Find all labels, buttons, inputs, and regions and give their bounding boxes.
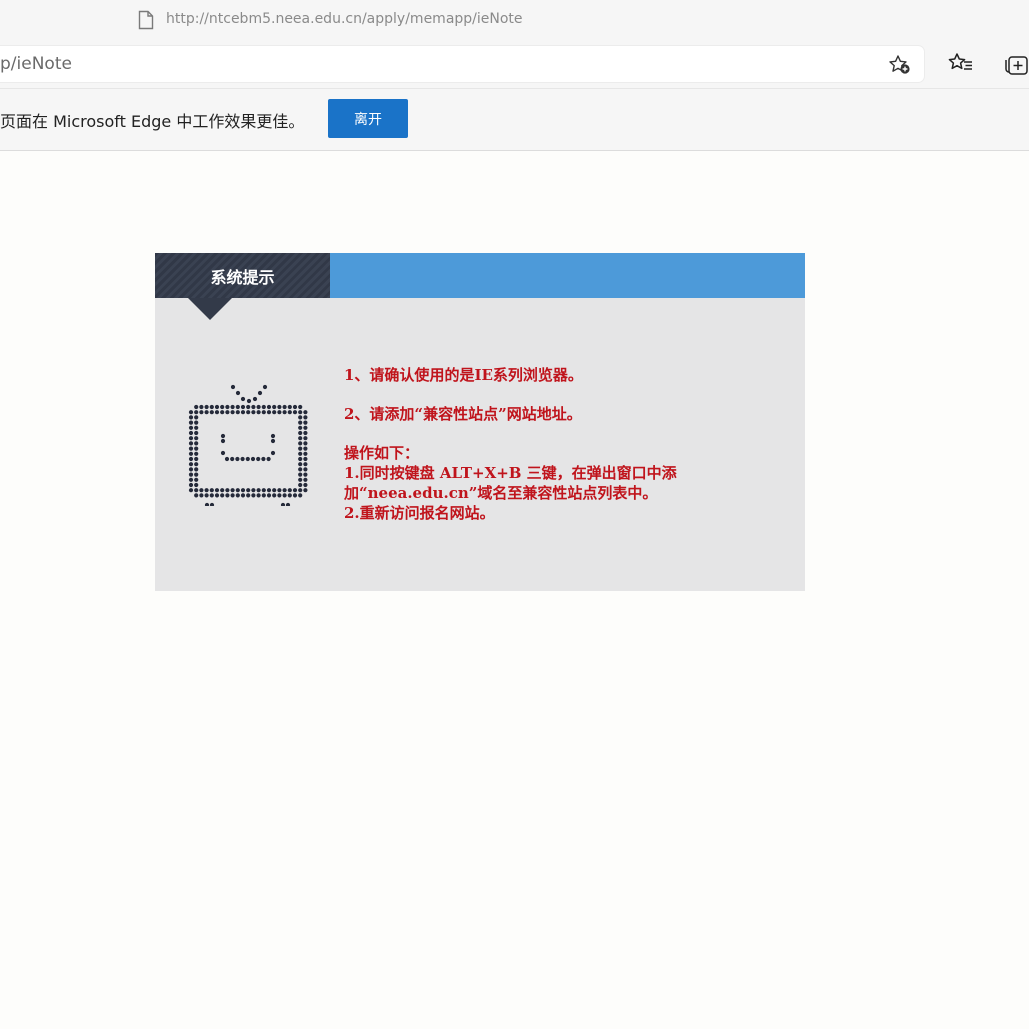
tv-icon <box>185 381 315 510</box>
notice-step-2: 2.重新访问报名网站。 <box>344 504 495 522</box>
info-bar-message: 页面在 Microsoft Edge 中工作效果更佳。 <box>0 112 305 131</box>
browser-toolbar: p/ieNote <box>0 42 1029 88</box>
page-document-icon <box>138 10 154 34</box>
address-bar-text[interactable]: p/ieNote <box>0 54 72 74</box>
card-header-title: 系统提示 <box>155 253 330 298</box>
browser-titlebar: http://ntcebm5.neea.edu.cn/apply/memapp/… <box>0 0 1029 42</box>
edge-info-bar: 页面在 Microsoft Edge 中工作效果更佳。 离开 <box>0 88 1029 151</box>
notice-step-1-line-2: 加“neea.edu.cn”域名至兼容性站点列表中。 <box>344 484 658 502</box>
notice-item-1: 1、请确认使用的是IE系列浏览器。 <box>344 366 583 384</box>
notice-steps-title: 操作如下： <box>344 444 420 462</box>
add-favorite-icon[interactable] <box>888 54 912 80</box>
leave-button[interactable]: 离开 <box>328 99 408 138</box>
notice-text: 1、请确认使用的是IE系列浏览器。 2、请添加“兼容性站点”网站地址。 操作如下… <box>344 365 764 523</box>
address-bar[interactable]: p/ieNote <box>0 46 924 82</box>
card-tab-pointer <box>188 298 232 320</box>
notice-item-2: 2、请添加“兼容性站点”网站地址。 <box>344 405 582 423</box>
favorites-icon[interactable] <box>948 52 974 78</box>
notice-step-1-line-1: 1.同时按键盘 ALT+X+B 三键，在弹出窗口中添 <box>344 464 677 482</box>
page-url: http://ntcebm5.neea.edu.cn/apply/memapp/… <box>166 11 523 27</box>
system-notice-card: 系统提示 1、请确认使用的是IE系列浏览器。 2、请添加“兼容性站点”网站地址。… <box>155 253 805 591</box>
collections-icon[interactable] <box>1003 52 1029 80</box>
